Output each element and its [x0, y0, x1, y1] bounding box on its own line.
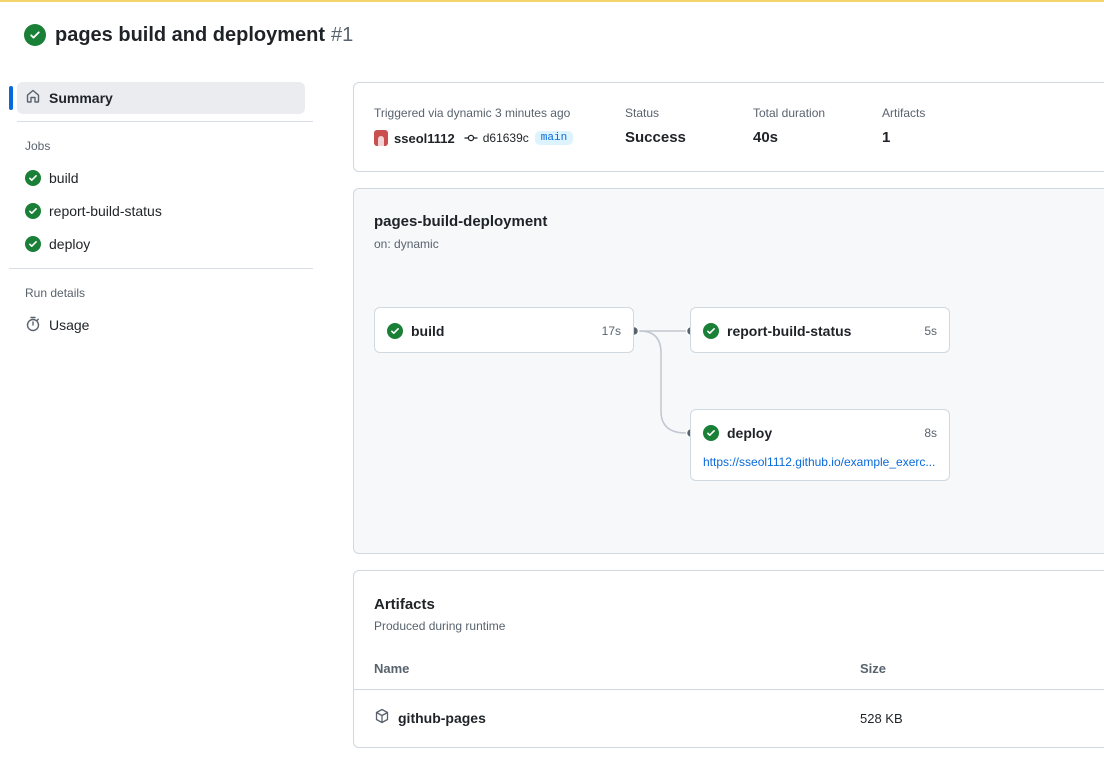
- success-check-icon: [703, 425, 719, 441]
- sidebar-item-label: Usage: [49, 317, 90, 333]
- active-indicator: [9, 86, 13, 110]
- trigger-label: Triggered via dynamic 3 minutes ago: [374, 106, 571, 120]
- success-check-icon: [703, 323, 719, 339]
- artifact-size: 528 KB: [860, 711, 903, 726]
- status-value: Success: [625, 129, 686, 146]
- success-check-icon: [25, 170, 41, 186]
- deployment-url-link[interactable]: https://sseol1112.github.io/example_exer…: [703, 455, 939, 469]
- job-duration: 8s: [924, 426, 937, 440]
- job-dependency-lines: [628, 325, 697, 439]
- avatar[interactable]: [374, 130, 388, 146]
- workflow-graph-card: pages-build-deployment on: dynamic build…: [353, 188, 1104, 554]
- divider: [17, 121, 313, 122]
- user-link[interactable]: sseol1112: [394, 131, 455, 146]
- job-node-report-build-status[interactable]: report-build-status 5s: [690, 307, 950, 353]
- sidebar-item-label: deploy: [49, 236, 91, 252]
- sidebar-item-report-build-status[interactable]: report-build-status: [25, 201, 162, 221]
- commit-sha-link[interactable]: d61639c: [483, 131, 529, 145]
- success-check-icon: [25, 203, 41, 219]
- run-summary-card: Triggered via dynamic 3 minutes ago sseo…: [353, 82, 1104, 172]
- job-node-build[interactable]: build 17s: [374, 307, 634, 353]
- home-icon: [25, 88, 41, 109]
- artifacts-count[interactable]: 1: [882, 129, 925, 146]
- jobs-heading: Jobs: [25, 139, 51, 153]
- duration-label: Total duration: [753, 106, 826, 120]
- status-label: Status: [625, 106, 660, 120]
- column-header-size: Size: [860, 661, 887, 676]
- table-row[interactable]: github-pages: [374, 708, 486, 729]
- job-name: deploy: [727, 425, 773, 441]
- git-commit-icon: [464, 133, 478, 143]
- sidebar-item-label: build: [49, 170, 79, 186]
- run-details-heading: Run details: [25, 286, 86, 300]
- job-duration: 17s: [601, 324, 621, 338]
- divider: [354, 689, 1104, 690]
- artifact-name-link[interactable]: github-pages: [398, 710, 486, 726]
- page-title: pages build and deployment: [55, 23, 326, 46]
- run-number: #1: [331, 23, 354, 46]
- artifacts-label: Artifacts: [882, 106, 926, 120]
- artifacts-info: Artifacts 1: [882, 106, 925, 146]
- sidebar-item-label: Summary: [49, 90, 113, 106]
- run-header: pages build and deployment #1: [24, 22, 353, 48]
- duration-value: 40s: [753, 129, 779, 146]
- sidebar-item-deploy[interactable]: deploy: [25, 234, 90, 254]
- job-duration: 5s: [924, 324, 937, 338]
- job-name: report-build-status: [727, 323, 852, 339]
- top-strip: [0, 0, 1104, 2]
- sidebar-item-label: report-build-status: [49, 203, 162, 219]
- artifacts-card: Artifacts Produced during runtime Name S…: [353, 570, 1104, 748]
- sidebar-item-summary[interactable]: Summary: [17, 82, 305, 114]
- sidebar-item-usage[interactable]: Usage: [25, 315, 89, 335]
- package-icon: [374, 708, 390, 729]
- artifacts-title: Artifacts: [374, 596, 435, 613]
- success-check-icon: [24, 24, 46, 46]
- status-info: Status Success: [625, 106, 686, 146]
- duration-info: Total duration 40s: [753, 106, 825, 146]
- success-check-icon: [25, 236, 41, 252]
- sidebar-item-build[interactable]: build: [25, 168, 79, 188]
- trigger-info: Triggered via dynamic 3 minutes ago sseo…: [374, 106, 574, 147]
- divider: [9, 268, 313, 269]
- job-name: build: [411, 323, 445, 339]
- success-check-icon: [387, 323, 403, 339]
- job-node-deploy[interactable]: deploy 8s https://sseol1112.github.io/ex…: [690, 409, 950, 481]
- column-header-name: Name: [374, 661, 410, 676]
- branch-badge[interactable]: main: [534, 131, 574, 145]
- artifacts-subtitle: Produced during runtime: [374, 619, 506, 633]
- stopwatch-icon: [25, 316, 41, 335]
